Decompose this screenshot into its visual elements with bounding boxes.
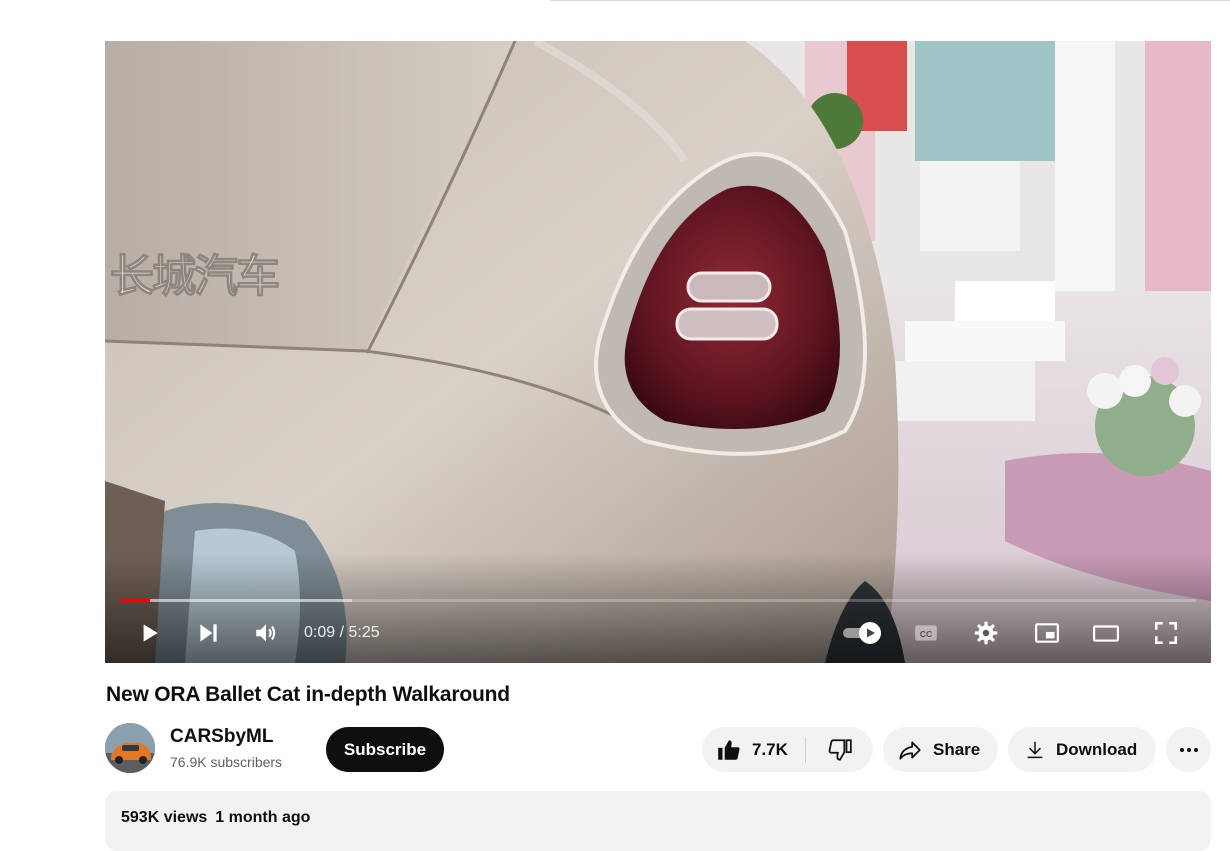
- gear-icon: [974, 621, 998, 645]
- time-display: 0:09 / 5:25: [304, 624, 380, 642]
- share-button[interactable]: Share: [883, 727, 998, 772]
- settings-button[interactable]: [968, 615, 1004, 651]
- next-icon: [200, 624, 217, 642]
- theater-mode-icon: [1093, 625, 1119, 642]
- captions-icon: CC: [915, 625, 937, 641]
- like-count: 7.7K: [752, 739, 788, 759]
- upload-date: 1 month ago: [215, 809, 311, 826]
- mute-button[interactable]: [248, 615, 284, 651]
- fullscreen-button[interactable]: [1148, 615, 1184, 651]
- share-label: Share: [933, 739, 981, 759]
- progress-played: [120, 599, 151, 602]
- autoplay-toggle[interactable]: [843, 621, 887, 645]
- time-total: 5:25: [348, 624, 380, 641]
- theater-mode-button[interactable]: [1088, 615, 1124, 651]
- volume-icon: [256, 624, 276, 642]
- svg-text:长城汽车: 长城汽车: [110, 252, 279, 301]
- channel-avatar[interactable]: [105, 723, 155, 773]
- subscribe-button[interactable]: Subscribe: [326, 727, 444, 772]
- time-current: 0:09: [304, 624, 336, 641]
- download-label: Download: [1056, 739, 1138, 759]
- thumbs-up-icon: [718, 739, 740, 760]
- channel-name[interactable]: CARSbyML: [170, 726, 273, 748]
- time-separator: /: [335, 624, 349, 641]
- fullscreen-icon: [1154, 621, 1178, 645]
- description-meta: 593K views 1 month ago: [121, 809, 310, 827]
- miniplayer-button[interactable]: [1029, 615, 1065, 651]
- progress-loaded: [120, 599, 353, 602]
- captions-button[interactable]: CC: [908, 615, 944, 651]
- avatar-image: [105, 723, 155, 773]
- description-box[interactable]: 593K views 1 month ago: [105, 791, 1211, 851]
- subscriber-count: 76.9K subscribers: [170, 754, 283, 770]
- thumbs-down-icon: [828, 738, 852, 761]
- like-button[interactable]: 7.7K: [702, 727, 805, 772]
- play-button[interactable]: [131, 615, 167, 651]
- progress-bar[interactable]: [120, 599, 1196, 602]
- more-horizontal-icon: [1179, 747, 1198, 752]
- next-button[interactable]: [190, 615, 226, 651]
- view-count: 593K views: [121, 809, 208, 826]
- like-dislike-group: 7.7K: [702, 727, 873, 772]
- video-title: New ORA Ballet Cat in-depth Walkaround: [106, 683, 510, 706]
- share-arrow-icon: [899, 741, 921, 760]
- masthead-divider: [550, 0, 1230, 1]
- svg-text:CC: CC: [920, 629, 933, 639]
- download-button[interactable]: Download: [1008, 727, 1156, 772]
- dislike-button[interactable]: [806, 727, 873, 772]
- autoplay-toggle-icon: [843, 622, 881, 644]
- miniplayer-icon: [1035, 623, 1059, 643]
- play-icon: [143, 624, 158, 642]
- more-actions-button[interactable]: [1166, 727, 1211, 772]
- video-player[interactable]: 长城汽车 0:09 / 5:25 CC: [105, 41, 1211, 663]
- download-icon: [1027, 741, 1043, 758]
